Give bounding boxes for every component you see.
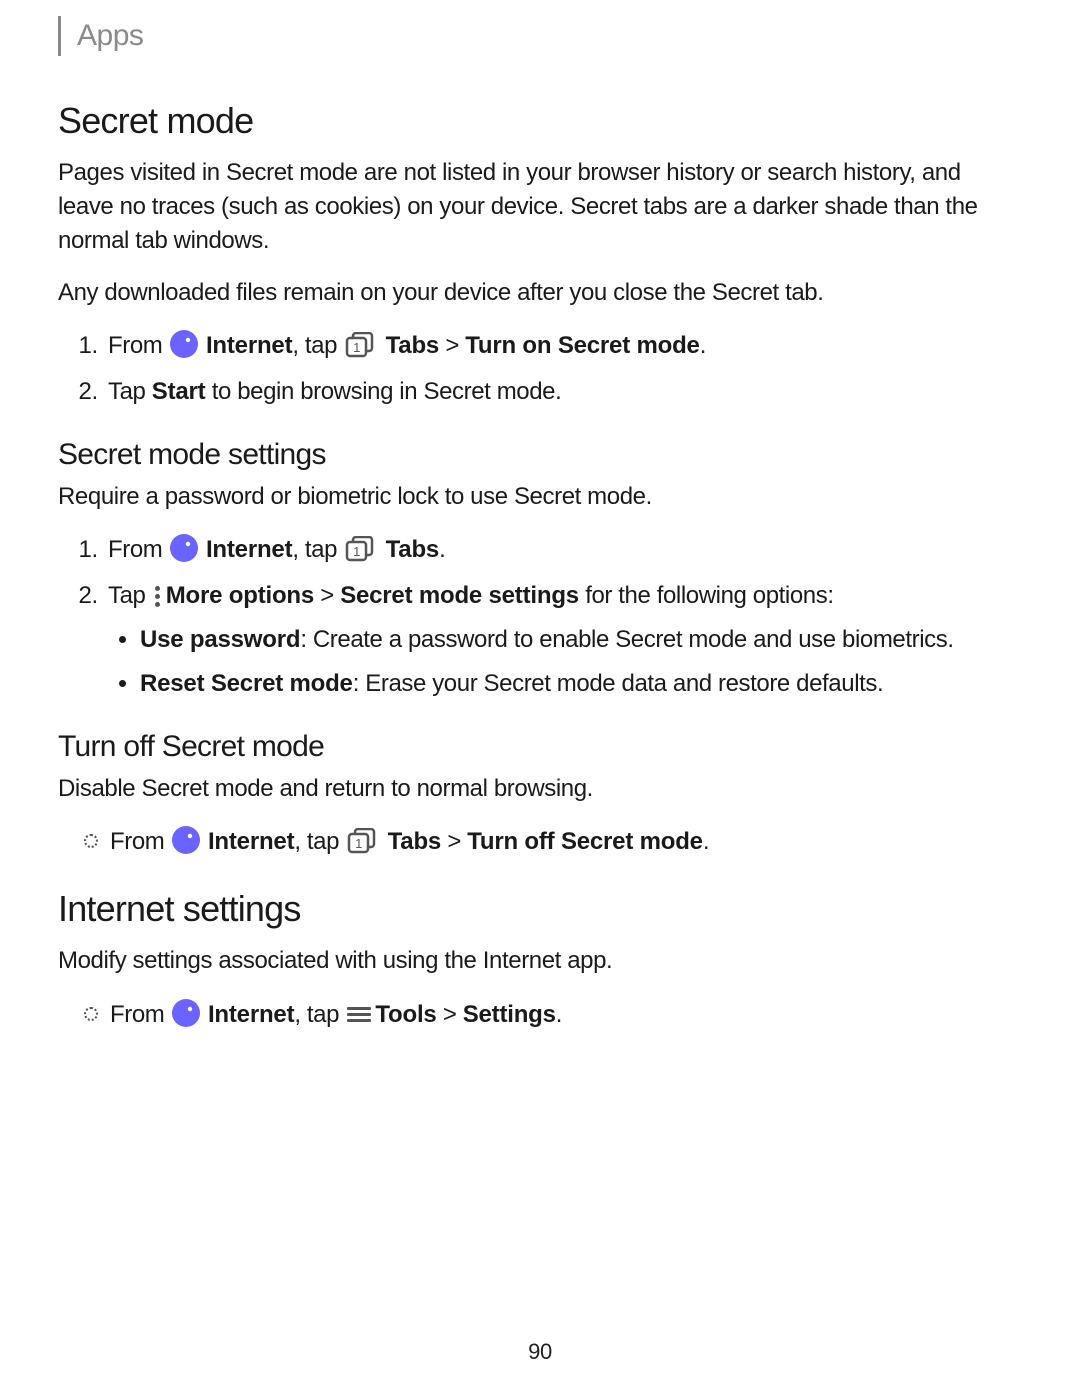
tools-label: Tools — [375, 1001, 436, 1028]
step-item: From Internet, tap 1 Tabs. — [104, 532, 1022, 568]
action-label: Turn off Secret mode — [467, 828, 703, 855]
heading-internet-settings: Internet settings — [58, 888, 1022, 930]
tabs-label: Tabs — [388, 828, 441, 855]
paragraph: Require a password or biometric lock to … — [58, 480, 1022, 514]
header-bar — [58, 16, 61, 56]
text: > — [314, 582, 340, 609]
internet-icon — [170, 534, 198, 562]
text: > — [439, 332, 465, 359]
tabs-icon: 1 — [345, 332, 377, 358]
internet-label: Internet — [206, 536, 292, 563]
paragraph: Pages visited in Secret mode are not lis… — [58, 156, 1022, 258]
manual-page: Apps Secret mode Pages visited in Secret… — [0, 0, 1080, 1397]
text: > — [441, 828, 467, 855]
paragraph: Any downloaded files remain on your devi… — [58, 276, 1022, 310]
text: > — [437, 1001, 463, 1028]
text: , tap — [292, 536, 343, 563]
tabs-label: Tabs — [386, 536, 439, 563]
text: to begin browsing in Secret mode. — [205, 378, 561, 405]
step-item: From Internet, tap 1 Tabs > Turn on Secr… — [104, 328, 1022, 364]
heading-secret-mode-settings: Secret mode settings — [58, 438, 1022, 472]
tabs-icon: 1 — [347, 828, 379, 854]
tabs-label: Tabs — [386, 332, 439, 359]
internet-label: Internet — [206, 332, 292, 359]
text: From — [110, 828, 171, 855]
internet-icon — [172, 999, 200, 1027]
step-item: From Internet, tap Tools > Settings. — [84, 997, 1022, 1033]
option-use-password: Use password — [140, 626, 300, 653]
bullet-steps: From Internet, tap 1 Tabs > Turn off Sec… — [58, 824, 1022, 860]
heading-secret-mode: Secret mode — [58, 100, 1022, 142]
action-label: Turn on Secret mode — [465, 332, 699, 359]
secret-mode-settings-label: Secret mode settings — [340, 582, 579, 609]
text: : Erase your Secret mode data and restor… — [353, 670, 884, 697]
text: , tap — [294, 1001, 345, 1028]
svg-text:1: 1 — [355, 836, 362, 851]
internet-icon — [172, 826, 200, 854]
internet-label: Internet — [208, 1001, 294, 1028]
paragraph: Modify settings associated with using th… — [58, 944, 1022, 978]
text: for the following options: — [579, 582, 834, 609]
settings-label: Settings — [463, 1001, 556, 1028]
text: . — [700, 332, 706, 359]
more-options-icon — [154, 583, 162, 607]
more-options-label: More options — [166, 582, 314, 609]
text: , tap — [292, 332, 343, 359]
option-reset-secret-mode: Reset Secret mode — [140, 670, 353, 697]
internet-icon — [170, 330, 198, 358]
svg-text:1: 1 — [353, 544, 360, 559]
text: Tap — [108, 582, 152, 609]
page-number: 90 — [0, 1339, 1080, 1365]
tools-icon — [347, 1004, 371, 1024]
step-item: Tap More options > Secret mode settings … — [104, 578, 1022, 702]
internet-label: Internet — [208, 828, 294, 855]
breadcrumb: Apps — [77, 19, 143, 53]
tabs-icon: 1 — [345, 536, 377, 562]
text: . — [703, 828, 709, 855]
text: , tap — [294, 828, 345, 855]
bullet-steps: From Internet, tap Tools > Settings. — [58, 997, 1022, 1033]
ordered-steps: From Internet, tap 1 Tabs > Turn on Secr… — [58, 328, 1022, 410]
header-row: Apps — [58, 16, 1022, 56]
text: From — [108, 332, 169, 359]
svg-text:1: 1 — [353, 340, 360, 355]
options-list: Use password: Create a password to enabl… — [108, 622, 1022, 702]
text: From — [108, 536, 169, 563]
start-label: Start — [152, 378, 206, 405]
step-item: Tap Start to begin browsing in Secret mo… — [104, 374, 1022, 410]
text: From — [110, 1001, 171, 1028]
paragraph: Disable Secret mode and return to normal… — [58, 772, 1022, 806]
step-item: From Internet, tap 1 Tabs > Turn off Sec… — [84, 824, 1022, 860]
text: Tap — [108, 378, 152, 405]
option-item: Use password: Create a password to enabl… — [140, 622, 1022, 658]
text: . — [439, 536, 445, 563]
text: : Create a password to enable Secret mod… — [300, 626, 953, 653]
ordered-steps: From Internet, tap 1 Tabs. Tap More opti… — [58, 532, 1022, 702]
option-item: Reset Secret mode: Erase your Secret mod… — [140, 666, 1022, 702]
heading-turn-off-secret-mode: Turn off Secret mode — [58, 730, 1022, 764]
text: . — [556, 1001, 562, 1028]
